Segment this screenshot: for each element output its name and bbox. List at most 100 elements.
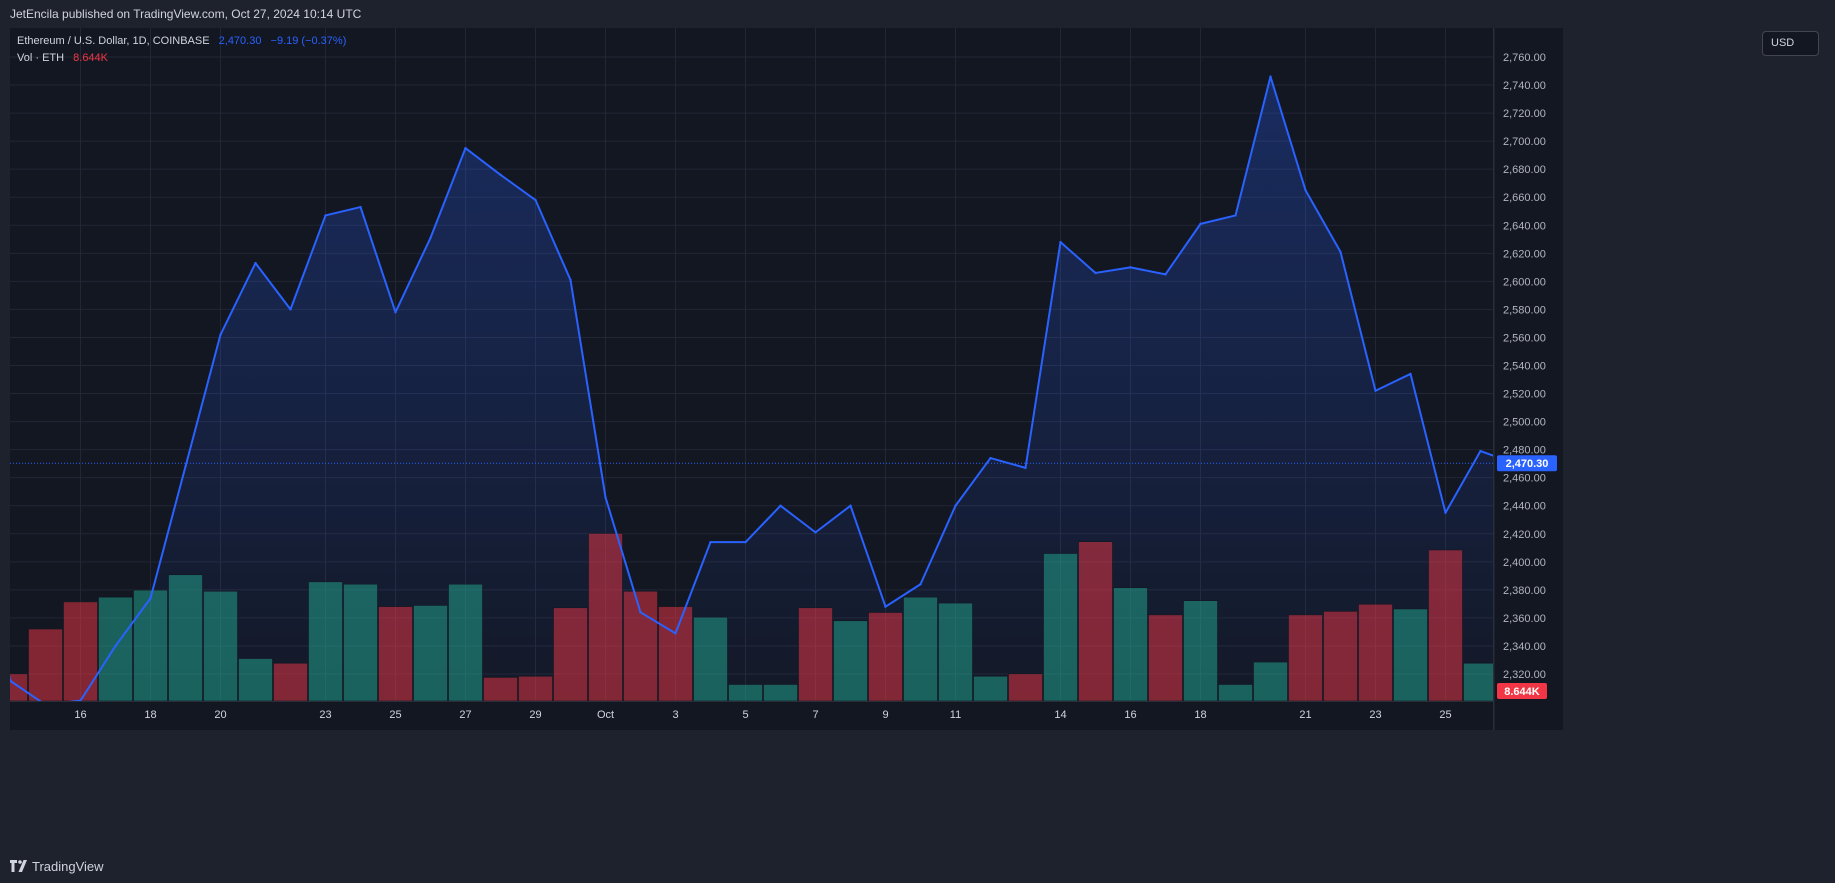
price-point [779,504,782,507]
price-point [289,308,292,311]
volume-bar [238,658,273,701]
price-point [1339,250,1342,254]
volume-bar [98,596,133,701]
y-tick-label: 2,520.00 [1503,389,1546,401]
volume-bar [1253,661,1288,701]
x-tick-label: 16 [74,709,86,721]
volume-bar [518,675,553,701]
x-tick-label: 29 [529,709,541,721]
x-tick-label: 25 [389,709,401,721]
price-point [1129,266,1132,269]
y-tick-label: 2,580.00 [1503,304,1546,316]
price-point [499,173,502,176]
y-tick-label: 2,600.00 [1503,276,1546,288]
x-tick-label: 14 [1054,709,1066,721]
price-point [954,504,957,507]
x-tick-label: 3 [672,709,678,721]
volume-bar [1008,673,1043,701]
y-tick-label: 2,760.00 [1503,52,1546,64]
volume-bar [1078,541,1113,701]
price-point [674,632,677,635]
price-point [219,333,222,336]
legend-volume-value: 8.644K [73,52,109,64]
price-point [989,456,992,460]
volume-title[interactable]: Vol · ETH [17,52,64,64]
price-chart[interactable]: 2,320.00 2,340.00 2,360.00 2,380.00 2,400.00… [10,28,1825,846]
price-point [464,146,467,150]
x-tick-label: 7 [812,709,818,721]
volume-bar [1043,553,1078,701]
volume-bar [1218,684,1253,701]
volume-bar [973,675,1008,701]
y-tick-label: 2,680.00 [1503,164,1546,176]
x-tick-label: 23 [1369,709,1381,721]
price-point [1304,189,1307,192]
y-tick-label: 2,540.00 [1503,361,1546,373]
price-point [569,278,572,282]
volume-bar [1288,614,1323,701]
price-point [1164,273,1167,276]
price-point [1479,449,1482,453]
price-point [1409,372,1412,376]
y-tick-label: 2,340.00 [1503,641,1546,653]
volume-legend-row[interactable]: Vol · ETH 8.644K [17,50,346,67]
volume-bar [553,607,588,701]
x-tick-label: Oct [597,709,614,721]
symbol-title[interactable]: Ethereum / U.S. Dollar, 1D, COINBASE [17,35,210,47]
volume-bar [868,612,903,701]
price-point [184,465,187,468]
time-axis[interactable] [10,702,1493,730]
footer-brand[interactable]: TradingView [10,856,104,876]
price-point [1444,511,1447,514]
price-point [394,311,397,314]
volume-bar [798,607,833,701]
y-tick-label: 2,460.00 [1503,473,1546,485]
y-tick-label: 2,660.00 [1503,192,1546,204]
volume-bar [1428,549,1463,701]
x-tick-label: 18 [1194,709,1206,721]
volume-bar [693,616,728,701]
price-point [1269,75,1272,78]
chart-legend: Ethereum / U.S. Dollar, 1D, COINBASE 2,4… [17,33,346,67]
price-point [744,540,747,544]
last-volume-label: 8.644K [1504,686,1540,698]
x-tick-label: 21 [1299,709,1311,721]
price-point [709,540,712,544]
y-tick-label: 2,320.00 [1503,669,1546,681]
volume-bar [448,583,483,701]
price-point [1024,466,1027,470]
footer-brand-label: TradingView [32,858,104,874]
volume-bar [63,601,98,701]
x-tick-label: 5 [742,709,748,721]
y-tick-label: 2,700.00 [1503,136,1546,148]
symbol-legend-row[interactable]: Ethereum / U.S. Dollar, 1D, COINBASE 2,4… [17,33,346,50]
volume-bar [28,628,63,701]
price-point [604,496,607,499]
price-point [534,198,537,202]
y-tick-label: 2,740.00 [1503,80,1546,92]
x-tick-label: 20 [214,709,226,721]
price-point [1059,240,1062,244]
volume-bar [1148,614,1183,701]
volume-bar [308,581,343,701]
x-tick-label: 11 [950,709,961,721]
volume-bar [1323,611,1358,701]
x-tick-label: 18 [144,709,156,721]
publish-header: JetEncila published on TradingView.com, … [0,0,1835,28]
volume-bar [1393,608,1428,701]
tradingview-logo-icon [10,860,27,872]
price-point [429,236,432,240]
price-point [849,504,852,507]
volume-bar [343,583,378,701]
price-point [254,261,257,265]
volume-bar [833,620,868,701]
price-point [1094,271,1097,275]
volume-bar [378,606,413,701]
price-point [114,644,117,648]
last-price-label: 2,470.30 [1506,458,1549,470]
y-tick-label: 2,560.00 [1503,332,1546,344]
volume-bar [413,605,448,701]
price-point [359,205,362,209]
currency-button[interactable]: USD [1762,31,1819,56]
volume-bar [763,684,798,701]
